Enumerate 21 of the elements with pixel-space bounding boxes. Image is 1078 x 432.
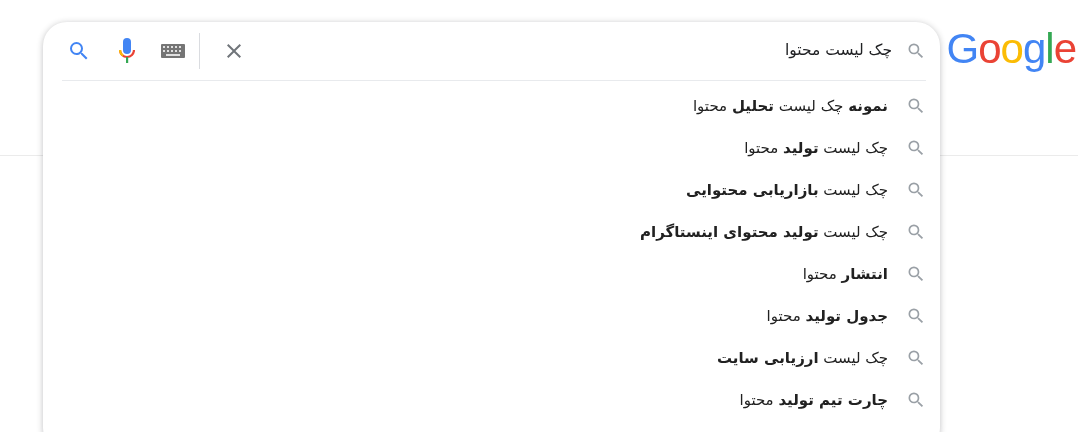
suggestion-link[interactable]: انتشار محتوا	[802, 262, 906, 286]
suggestion-link[interactable]: نمونه چک لیست تحلیل محتوا	[692, 94, 906, 118]
search-field[interactable]: چک لیست محتوا	[246, 39, 906, 63]
search-icon	[906, 222, 926, 242]
search-icon	[906, 138, 926, 158]
suggestion-link[interactable]: چک لیست تولید محتوای اینستاگرام	[640, 220, 906, 244]
search-icon	[906, 306, 926, 326]
suggestion-link[interactable]: جدول تولید محتوا	[766, 304, 906, 328]
keyboard-icon[interactable]	[161, 44, 185, 58]
search-icon	[906, 96, 926, 116]
microphone-icon[interactable]	[119, 38, 135, 64]
search-icon	[906, 41, 926, 61]
search-icon	[906, 348, 926, 368]
search-icon	[906, 390, 926, 410]
search-icon	[906, 180, 926, 200]
suggestion-link[interactable]: چک لیست بازاریابی محتوایی	[686, 178, 906, 202]
search-icon	[906, 264, 926, 284]
google-logo[interactable]: Google	[946, 28, 1076, 70]
suggestion-link[interactable]: چارت تیم تولید محتوا	[739, 388, 906, 412]
suggestion-link[interactable]: چک لیست ارزیابی سایت	[716, 346, 906, 370]
suggestion-link[interactable]: چک لیست تولید محتوا	[744, 136, 906, 160]
